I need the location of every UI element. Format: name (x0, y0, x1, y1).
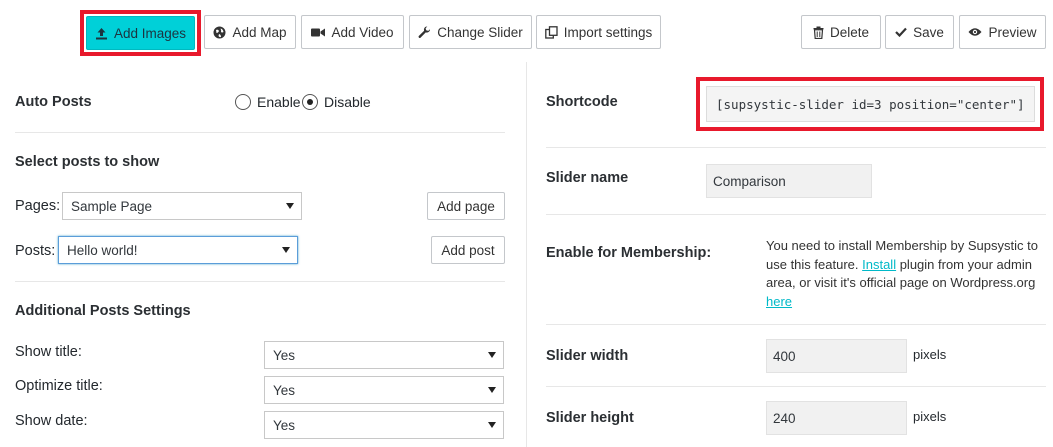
eye-icon (968, 27, 982, 37)
import-settings-label: Import settings (563, 24, 653, 40)
shortcode-field[interactable]: [supsystic-slider id=3 position="center"… (706, 86, 1035, 122)
slider-name-label: Slider name (546, 170, 629, 186)
slider-height-input[interactable]: 240 (766, 401, 907, 435)
add-video-label: Add Video (331, 24, 394, 40)
chevron-down-icon (488, 422, 496, 428)
optimize-title-select[interactable]: Yes (264, 376, 504, 404)
slider-width-unit: pixels (913, 347, 947, 362)
optimize-title-label: Optimize title: (15, 378, 103, 394)
auto-posts-disable-radio[interactable] (302, 94, 318, 110)
preview-button[interactable]: Preview (959, 15, 1046, 49)
change-slider-label: Change Slider (437, 24, 523, 40)
auto-posts-enable-radio[interactable] (235, 94, 251, 110)
divider (546, 324, 1046, 325)
membership-notice: You need to install Membership by Supsys… (766, 237, 1038, 311)
trash-icon (813, 26, 824, 39)
additional-settings-heading: Additional Posts Settings (15, 303, 191, 319)
add-images-button[interactable]: Add Images (86, 16, 195, 50)
auto-posts-label: Auto Posts (15, 94, 92, 110)
import-settings-button[interactable]: Import settings (536, 15, 661, 49)
video-camera-icon (311, 27, 326, 38)
slider-width-label: Slider width (546, 348, 629, 364)
divider (15, 281, 505, 282)
save-label: Save (913, 24, 944, 40)
pages-select[interactable]: Sample Page (62, 192, 302, 220)
slider-width-value: 400 (773, 348, 796, 364)
column-divider (526, 62, 527, 447)
delete-button[interactable]: Delete (801, 15, 881, 49)
slider-height-value: 240 (773, 410, 796, 426)
show-date-select[interactable]: Yes (264, 411, 504, 439)
select-posts-heading: Select posts to show (15, 154, 160, 170)
add-map-label: Add Map (232, 24, 287, 40)
shortcode-label: Shortcode (546, 94, 618, 110)
show-title-value: Yes (273, 347, 296, 363)
auto-posts-enable-label: Enable (257, 94, 301, 110)
show-date-label: Show date: (15, 413, 88, 429)
divider (15, 132, 505, 133)
slider-height-label: Slider height (546, 410, 634, 426)
globe-icon (213, 26, 226, 39)
add-map-button[interactable]: Add Map (204, 15, 296, 49)
posts-select[interactable]: Hello world! (58, 236, 298, 264)
chevron-down-icon (282, 247, 290, 253)
import-icon (544, 25, 558, 39)
chevron-down-icon (286, 203, 294, 209)
here-link[interactable]: here (766, 294, 792, 309)
shortcode-value: [supsystic-slider id=3 position="center"… (716, 96, 1025, 112)
membership-label: Enable for Membership: (546, 245, 712, 261)
add-images-label: Add Images (113, 25, 187, 41)
add-page-button[interactable]: Add page (427, 192, 505, 220)
delete-label: Delete (829, 24, 870, 40)
posts-label: Posts: (15, 243, 56, 259)
check-icon (895, 27, 907, 37)
preview-label: Preview (988, 24, 1037, 40)
upload-icon (95, 27, 108, 40)
chevron-down-icon (488, 387, 496, 393)
add-video-button[interactable]: Add Video (301, 15, 404, 49)
optimize-title-value: Yes (273, 382, 296, 398)
show-title-select[interactable]: Yes (264, 341, 504, 369)
divider (546, 386, 1046, 387)
pages-label: Pages: (15, 198, 61, 214)
show-title-label: Show title: (15, 344, 82, 360)
add-post-button[interactable]: Add post (431, 236, 505, 264)
save-button[interactable]: Save (885, 15, 954, 49)
change-slider-button[interactable]: Change Slider (409, 15, 532, 49)
pages-select-value: Sample Page (71, 198, 153, 214)
divider (546, 147, 1046, 148)
slider-height-unit: pixels (913, 409, 947, 424)
posts-select-value: Hello world! (67, 242, 138, 258)
wrench-icon (418, 25, 431, 39)
chevron-down-icon (488, 352, 496, 358)
slider-name-value: Comparison (713, 173, 786, 189)
slider-name-input[interactable]: Comparison (706, 164, 872, 198)
install-link[interactable]: Install (862, 257, 896, 272)
show-date-value: Yes (273, 417, 296, 433)
divider (546, 214, 1046, 215)
auto-posts-disable-label: Disable (324, 94, 371, 110)
slider-width-input[interactable]: 400 (766, 339, 907, 373)
